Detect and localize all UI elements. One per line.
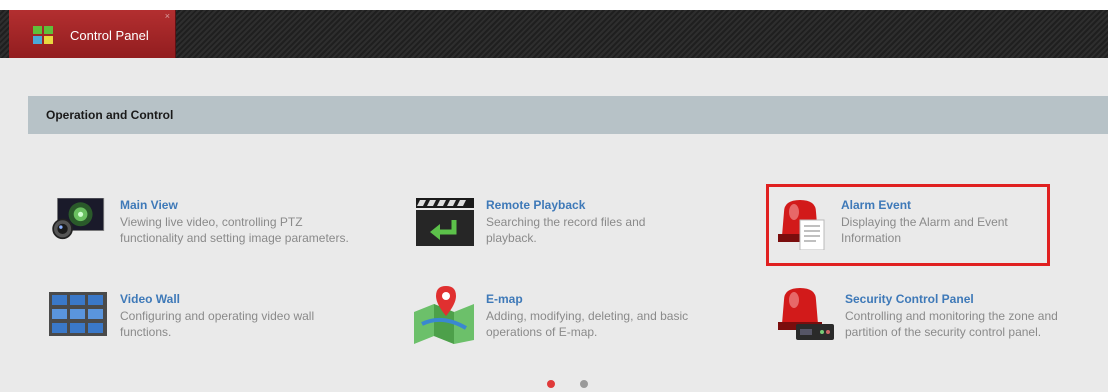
playback-icon — [416, 198, 474, 246]
close-icon[interactable]: × — [165, 12, 170, 21]
section-title: Operation and Control — [46, 108, 174, 122]
module-description: Searching the record files and playback. — [486, 215, 646, 245]
module-e-map[interactable]: E-map Adding, modifying, deleting, and b… — [412, 284, 752, 358]
camera-icon — [52, 198, 105, 240]
module-title: Remote Playback — [486, 198, 586, 212]
map-icon — [414, 286, 474, 344]
security-panel-icon — [778, 288, 834, 340]
module-title: E-map — [486, 292, 523, 306]
module-title: Security Control Panel — [845, 292, 974, 306]
top-band — [0, 0, 1108, 10]
module-description: Configuring and operating video wall fun… — [120, 309, 315, 339]
control-panel-icon — [33, 26, 53, 44]
module-remote-playback[interactable]: Remote Playback Searching the record fil… — [416, 198, 746, 272]
module-main-view[interactable]: Main View Viewing live video, controllin… — [46, 198, 376, 272]
tab-label: Control Panel — [70, 28, 149, 43]
module-title: Video Wall — [120, 292, 181, 306]
section-header: Operation and Control — [28, 96, 1108, 134]
module-description: Adding, modifying, deleting, and basic o… — [486, 309, 689, 339]
page-dot-2[interactable] — [580, 380, 588, 388]
selection-highlight — [766, 184, 1050, 266]
module-description: Controlling and monitoring the zone and … — [845, 309, 1058, 339]
video-wall-icon — [49, 292, 107, 336]
tab-control-panel[interactable]: Control Panel × — [9, 10, 176, 58]
module-video-wall[interactable]: Video Wall Configuring and operating vid… — [49, 292, 379, 366]
module-title: Main View — [120, 198, 178, 212]
module-description: Viewing live video, controlling PTZ func… — [120, 215, 349, 245]
page-dot-1[interactable] — [547, 380, 555, 388]
module-security-control-panel[interactable]: Security Control Panel Controlling and m… — [778, 286, 1108, 360]
